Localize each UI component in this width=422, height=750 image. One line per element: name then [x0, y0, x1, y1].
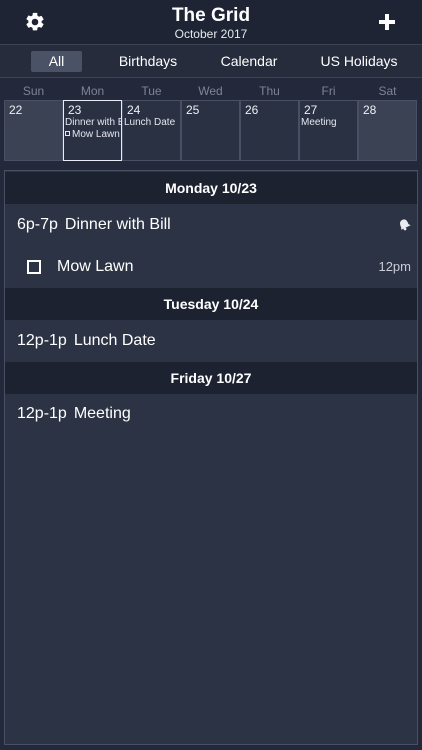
day-number: 23 — [68, 103, 82, 117]
weekday-label: Sun — [22, 84, 45, 98]
day-cell-28[interactable]: 28 — [358, 100, 417, 161]
agenda-day-header: Friday 10/27 — [5, 362, 417, 394]
agenda-day-header: Monday 10/23 — [5, 172, 417, 204]
day-event-preview: Meeting — [301, 117, 337, 128]
day-task-label: Mow Lawn — [72, 129, 120, 140]
event-title: Lunch Date — [73, 332, 156, 349]
tab-all[interactable]: All — [31, 51, 82, 72]
event-time: 12p-1p — [17, 332, 67, 349]
task-checkbox[interactable] — [27, 260, 41, 274]
agenda-list[interactable]: Monday 10/23 6p-7p Dinner with Bill Mow L… — [4, 170, 418, 745]
alarm-bell-icon — [397, 217, 411, 231]
weekday-label: Fri — [321, 84, 336, 98]
checkbox-icon — [65, 131, 70, 136]
event-time: 6p-7p — [17, 216, 58, 233]
event-row[interactable]: 6p-7p Dinner with Bill — [5, 204, 417, 246]
day-number: 27 — [304, 103, 318, 117]
day-number: 25 — [186, 103, 200, 117]
day-number: 26 — [245, 103, 259, 117]
day-cell-22[interactable]: 22 — [4, 100, 63, 161]
day-cell-26[interactable]: 26 — [240, 100, 299, 161]
weekday-label: Wed — [198, 84, 223, 98]
week-grid: 22 23 Dinner with Bill Mow Lawn 24 Lunch… — [4, 100, 418, 161]
task-row[interactable]: Mow Lawn 12pm — [5, 246, 417, 288]
day-cell-23[interactable]: 23 Dinner with Bill Mow Lawn — [63, 100, 122, 161]
tab-birthdays[interactable]: Birthdays — [107, 51, 189, 72]
task-title: Mow Lawn — [57, 258, 134, 275]
weekday-header: Sun Mon Tue Wed Thu Fri Sat — [4, 84, 418, 100]
weekday-label: Thu — [259, 84, 280, 98]
day-number: 24 — [127, 103, 141, 117]
day-task-preview: Mow Lawn — [65, 129, 121, 141]
top-bar: The Grid October 2017 — [0, 0, 422, 44]
day-number: 22 — [9, 103, 23, 117]
weekday-label: Tue — [141, 84, 162, 98]
weekday-label: Mon — [80, 84, 105, 98]
day-cell-27[interactable]: 27 Meeting — [299, 100, 358, 161]
event-text: 12p-1p Meeting — [17, 393, 131, 435]
task-due-time: 12pm — [378, 259, 411, 274]
day-number: 28 — [363, 103, 377, 117]
weekday-label: Sat — [378, 84, 397, 98]
event-text: 12p-1p Lunch Date — [17, 320, 156, 362]
day-event-preview: Lunch Date — [124, 117, 176, 128]
app-title: The Grid — [171, 5, 251, 26]
tab-calendar[interactable]: Calendar — [212, 51, 286, 72]
calendar-filter-tabs: All Birthdays Calendar US Holidays — [0, 44, 422, 78]
event-row[interactable]: 12p-1p Meeting — [5, 393, 417, 435]
event-text: 6p-7p Dinner with Bill — [17, 204, 171, 246]
day-cell-25[interactable]: 25 — [181, 100, 240, 161]
event-title: Dinner with Bill — [64, 216, 171, 233]
event-time: 12p-1p — [17, 405, 67, 422]
event-row[interactable]: 12p-1p Lunch Date — [5, 320, 417, 362]
month-label: October 2017 — [174, 27, 248, 41]
agenda-day-header: Tuesday 10/24 — [5, 288, 417, 320]
event-title: Meeting — [73, 405, 131, 422]
day-event-preview: Dinner with Bill — [65, 117, 121, 128]
plus-icon[interactable] — [376, 11, 398, 33]
day-cell-24[interactable]: 24 Lunch Date — [122, 100, 181, 161]
tab-us-holidays[interactable]: US Holidays — [312, 51, 406, 72]
